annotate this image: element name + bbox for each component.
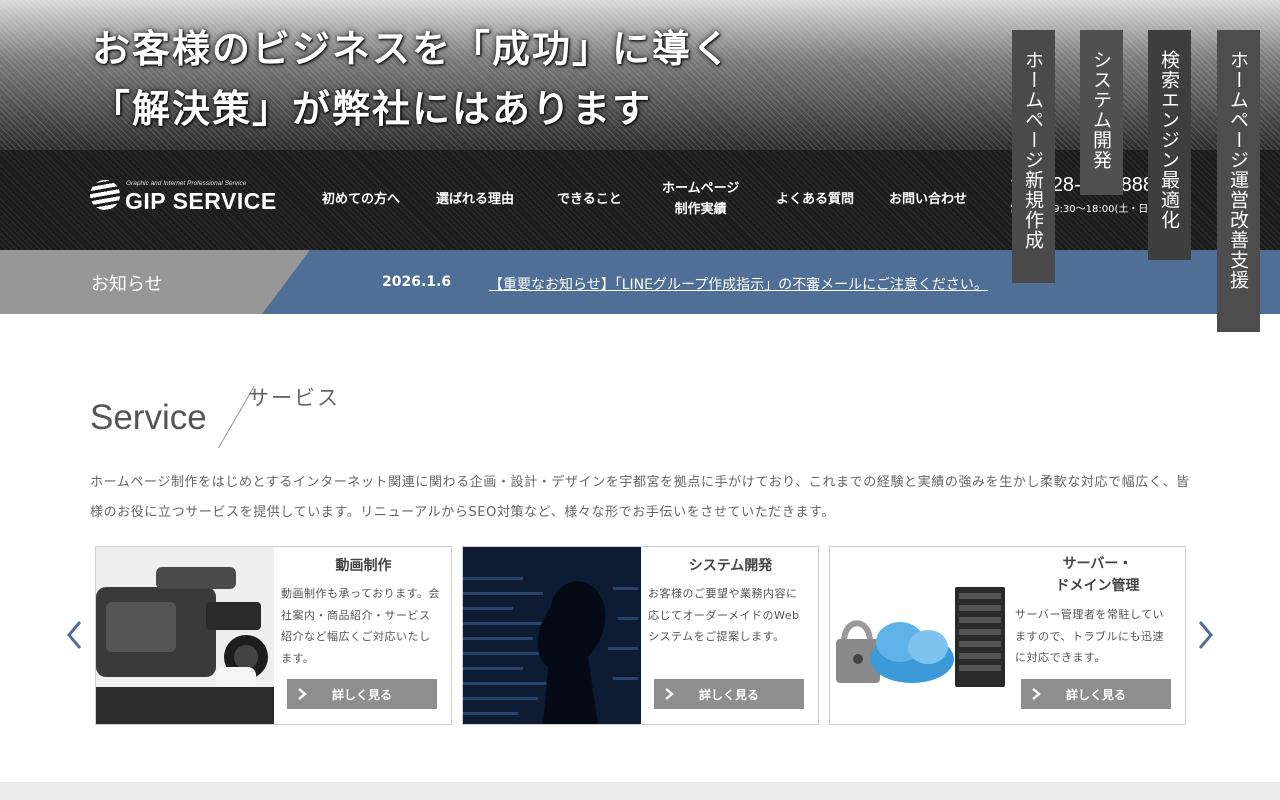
hero-headline-1: お客様のビジネスを「成功」に導く [92,26,733,71]
chevron-right-icon [1198,621,1213,649]
side-tab-seo[interactable]: 検索エンジン最適化 [1148,30,1191,260]
logo-text: GIP SERVICE [125,188,277,214]
chevron-right-icon [298,688,307,700]
nav-first-time[interactable]: 初めての方へ [322,189,400,210]
nav-portfolio-line1: ホームページ [662,181,740,196]
details-button-label: 詳しく見る [331,687,392,702]
carousel-next-button[interactable] [1198,620,1214,650]
service-title: Service [90,398,207,437]
card-title: サーバー・ ドメイン管理 [1015,553,1180,597]
service-card-video[interactable]: 動画制作 動画制作も承っております。会社案内・商品紹介・サービス紹介など幅広くご… [95,546,452,725]
details-button[interactable]: 詳しく見る [654,679,804,709]
site-logo[interactable]: Graphic and Internet Professional Servic… [90,178,295,218]
service-card-server[interactable]: サーバー・ ドメイン管理 サーバー管理者を常駐していますので、トラブルにも迅速に… [829,546,1186,725]
nav-portfolio-line2: 制作実績 [674,202,727,217]
side-tab-system-development[interactable]: システム開発 [1080,30,1123,195]
card-text: 動画制作も承っております。会社案内・商品紹介・サービス紹介など幅広くご対応いたし… [281,587,441,665]
video-camera-image [96,547,274,724]
news-bar: お知らせ 2026.1.6 【重要なお知らせ】「LINEグループ作成指示」の不審… [0,250,1280,314]
nav-reasons[interactable]: 選ばれる理由 [436,189,514,210]
side-tab-site-improvement[interactable]: ホームページ運営改善支援 [1217,30,1260,332]
details-button[interactable]: 詳しく見る [287,679,437,709]
carousel-prev-button[interactable] [66,620,82,650]
details-button-label: 詳しく見る [1065,687,1126,702]
nav-capabilities[interactable]: できること [557,189,622,210]
news-date: 2026.1.6 [382,274,452,290]
server-cloud-image [830,547,1008,724]
system-development-image [463,547,641,724]
news-link[interactable]: 【重要なお知らせ】「LINEグループ作成指示」の不審メールにご注意ください。 [489,274,988,294]
card-text: サーバー管理者を常駐していますので、トラブルにも迅速に対応できます。 [1015,608,1165,664]
chevron-right-icon [1032,688,1041,700]
chevron-left-icon [67,621,82,649]
card-title-line1: サーバー・ [1062,556,1133,572]
footer-strip [0,782,1280,800]
card-title: 動画制作 [335,558,392,574]
chevron-right-icon [665,688,674,700]
nav-contact[interactable]: お問い合わせ [889,189,967,210]
details-button[interactable]: 詳しく見る [1021,679,1171,709]
side-tab-new-website[interactable]: ホームページ新規作成 [1012,30,1055,283]
news-label: お知らせ [91,274,163,295]
details-button-label: 詳しく見る [698,687,759,702]
service-card-system[interactable]: システム開発 お客様のご要望や業務内容に応じてオーダーメイドのWebシステムをご… [462,546,819,725]
hero-headline-2: 「解決策」が弊社にはあります [92,86,653,131]
nav-faq[interactable]: よくある質問 [776,189,854,210]
card-title-line2: ドメイン管理 [1055,578,1140,594]
service-subtitle: サービス [248,386,340,410]
card-title: システム開発 [688,558,773,574]
logo-tagline: Graphic and Internet Professional Servic… [126,180,247,187]
service-description: ホームページ制作をはじめとするインターネット関連に関わる企画・設計・デザインを宇… [90,475,1190,520]
card-text: お客様のご要望や業務内容に応じてオーダーメイドのWebシステムをご提案します。 [648,587,800,643]
logo-mark-icon [90,180,120,210]
nav-portfolio[interactable]: ホームページ 制作実績 [662,178,739,220]
